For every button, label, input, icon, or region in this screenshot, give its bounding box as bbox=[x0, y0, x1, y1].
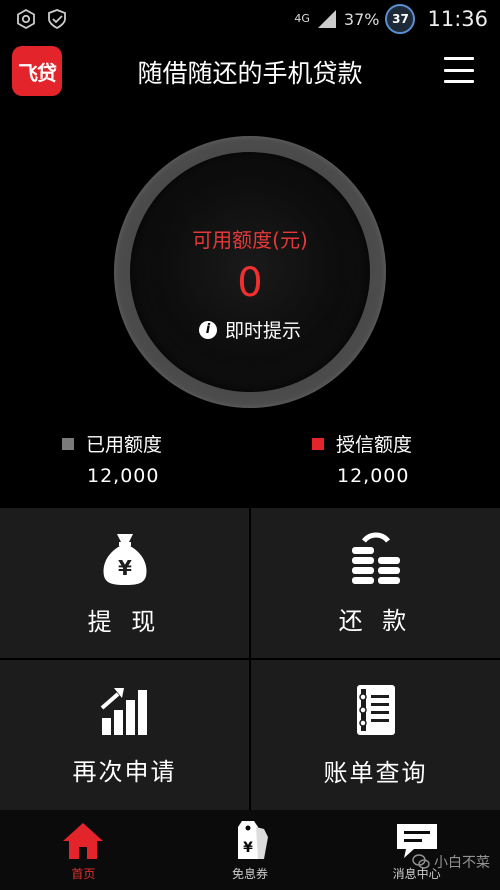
granted-label: 授信额度 bbox=[336, 434, 413, 456]
granted-amount: 12,000 bbox=[337, 465, 410, 487]
page-title: 随借随还的手机贷款 bbox=[137, 59, 363, 88]
notification-badge: 37 bbox=[385, 4, 416, 34]
bill-query-button[interactable]: 账单查询 bbox=[251, 660, 500, 810]
status-time: 11:36 bbox=[427, 7, 488, 31]
bottom-nav: 首页 ¥ 免息券 消息中心 bbox=[0, 810, 500, 890]
withdraw-label: 提 现 bbox=[87, 607, 162, 636]
menu-icon-bar bbox=[444, 57, 474, 60]
nav-home-label: 首页 bbox=[71, 867, 96, 881]
nav-coupons[interactable]: ¥ 免息券 bbox=[167, 810, 334, 890]
shield-check-icon bbox=[48, 9, 66, 29]
svg-text:¥: ¥ bbox=[243, 840, 253, 856]
network-type: 4G bbox=[294, 12, 310, 25]
used-swatch bbox=[62, 437, 74, 450]
notebook-icon bbox=[356, 684, 395, 735]
settings-hex-icon bbox=[17, 9, 35, 29]
legend-granted: 授信额度 12,000 bbox=[312, 430, 412, 487]
used-label: 已用额度 bbox=[86, 434, 163, 456]
nav-messages[interactable]: 消息中心 bbox=[333, 810, 500, 890]
withdraw-button[interactable]: ¥ 提 现 bbox=[0, 508, 249, 658]
coin-stack-icon bbox=[351, 532, 400, 584]
reapply-label: 再次申请 bbox=[72, 757, 177, 786]
used-amount: 12,000 bbox=[87, 465, 160, 487]
status-bar: 4G 37% 37 11:36 bbox=[0, 0, 500, 38]
available-credit-value: 0 bbox=[237, 260, 263, 306]
reapply-button[interactable]: 再次申请 bbox=[0, 660, 249, 810]
info-icon: i bbox=[198, 320, 217, 339]
legend-used: 已用额度 12,000 bbox=[62, 430, 162, 487]
watermark: 小白不菜 bbox=[412, 852, 490, 872]
menu-icon-bar bbox=[444, 68, 474, 72]
watermark-text: 小白不菜 bbox=[434, 855, 490, 871]
app-header: 飞贷 随借随还的手机贷款 bbox=[0, 38, 500, 104]
home-icon bbox=[63, 823, 104, 859]
instant-hint-link[interactable]: i 即时提示 bbox=[130, 316, 370, 343]
menu-button[interactable] bbox=[444, 57, 474, 83]
bill-query-label: 账单查询 bbox=[323, 758, 428, 787]
bar-chart-icon bbox=[100, 687, 147, 735]
menu-icon-bar bbox=[444, 80, 474, 83]
instant-hint-label: 即时提示 bbox=[224, 320, 301, 342]
signal-icon bbox=[317, 10, 336, 28]
action-grid: ¥ 提 现 还 款 再次申请 账单查询 bbox=[0, 508, 500, 810]
nav-home[interactable]: 首页 bbox=[0, 810, 167, 890]
svg-text:¥: ¥ bbox=[118, 556, 132, 580]
granted-swatch bbox=[312, 437, 324, 450]
repay-label: 还 款 bbox=[338, 606, 413, 635]
battery-percent: 37% bbox=[343, 9, 380, 29]
wechat-icon bbox=[412, 854, 430, 869]
nav-coupons-label: 免息券 bbox=[232, 867, 269, 881]
price-tag-icon: ¥ bbox=[238, 821, 268, 859]
credit-dial: 可用额度(元) 0 i 即时提示 bbox=[114, 136, 386, 408]
repay-button[interactable]: 还 款 bbox=[251, 508, 500, 658]
credit-dial-face: 可用额度(元) 0 i 即时提示 bbox=[130, 152, 370, 392]
money-bag-icon: ¥ bbox=[103, 533, 146, 585]
available-credit-label: 可用额度(元) bbox=[192, 228, 308, 252]
